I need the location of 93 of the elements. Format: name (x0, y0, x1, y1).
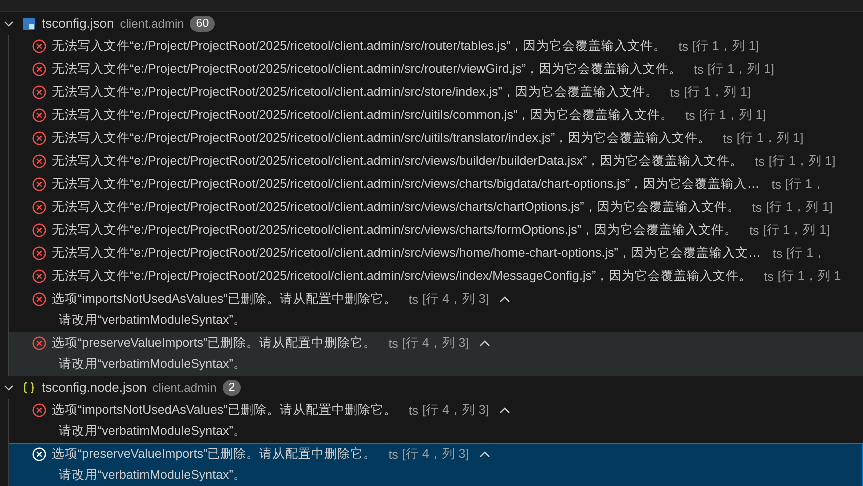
problem-location: [行 4，列 3] (422, 402, 490, 419)
problem-source: ts (755, 154, 765, 168)
problem-source: ts (772, 246, 783, 260)
chevron-icon[interactable] (479, 450, 492, 458)
problem-location: [行 1，列 1 (778, 268, 842, 285)
error-icon (32, 154, 47, 169)
problem-message: 选项“preserveValueImports”已删除。请从配置中删除它。 (52, 335, 377, 352)
chevron-icon[interactable] (479, 340, 492, 348)
json-braces-icon (22, 380, 36, 394)
error-icon (32, 177, 47, 192)
problem-source: ts (408, 404, 419, 418)
problem-message: 无法写入文件“e:/Project/ProjectRoot/2025/ricetool/client.admin/src/uitils/translator/index.js”，因为它会覆盖输入文件。 (52, 130, 712, 147)
problem-message: 选项“importsNotUsedAsValues”已删除。请从配置中删除它。 (52, 402, 397, 419)
error-icon (32, 108, 47, 123)
problem-message: 无法写入文件“e:/Project/ProjectRoot/2025/ricetool/client.admin/src/uitils/common.js”，因为它会覆盖输入文件。 (52, 107, 674, 124)
problem-source: ts (750, 224, 760, 238)
problem-location: [行 4，列 3] (422, 291, 490, 308)
file-group-header[interactable]: tsconfig.json client.admin 60 (0, 12, 863, 35)
problem-row[interactable]: 选项“preserveValueImports”已删除。请从配置中删除它。 ts [行 4，列 3] 请改用“verbatimModuleSyntax”。 (9, 443, 863, 486)
problem-source: ts (694, 62, 704, 76)
problem-detail: 请改用“verbatimModuleSyntax”。 (58, 312, 248, 329)
problem-source: ts (772, 178, 782, 192)
problem-location: [行 1， (786, 245, 827, 262)
problem-source: ts (764, 270, 774, 284)
problem-message: 无法写入文件“e:/Project/ProjectRoot/2025/ricetool/client.admin/src/router/viewGird.js”，因为它会覆盖输入文件。 (52, 61, 682, 78)
problem-source: ts (388, 448, 398, 462)
problem-message: 无法写入文件“e:/Project/ProjectRoot/2025/ricetool/client.admin/src/views/home/home-chart-options.js”，因为它会覆盖输入文… (52, 245, 761, 262)
error-icon (32, 39, 47, 54)
problem-row[interactable]: 无法写入文件“e:/Project/ProjectRoot/2025/ricetool/client.admin/src/views/home/home-chart-options.js”，因为它会覆盖输入文… ts [行 1， (9, 242, 863, 265)
problem-location: [行 1，列 1] (699, 107, 766, 124)
problem-row[interactable]: 无法写入文件“e:/Project/ProjectRoot/2025/ricetool/client.admin/src/router/tables.js”，因为它会覆盖输入文件。 ts [行 1，列 1] (9, 35, 863, 58)
problem-message: 无法写入文件“e:/Project/ProjectRoot/2025/ricetool/client.admin/src/store/index.js”，因为它会覆盖输入文件。 (52, 84, 658, 101)
error-icon (32, 223, 47, 238)
problem-source: ts (723, 132, 733, 146)
problem-location: [行 4，列 3] (402, 335, 470, 352)
problem-row[interactable]: 无法写入文件“e:/Project/ProjectRoot/2025/ricetool/client.admin/src/router/viewGird.js”，因为它会覆盖输入文件。 ts [行 1，列 1] (9, 58, 863, 81)
problem-location: [行 1，列 1] (708, 61, 775, 78)
problem-count: 2 (222, 380, 242, 396)
error-icon (32, 246, 47, 261)
problem-source: ts (686, 108, 696, 122)
error-icon (32, 336, 47, 351)
problem-source: ts (388, 336, 398, 350)
problem-message: 无法写入文件“e:/Project/ProjectRoot/2025/ricetool/client.admin/src/views/charts/bigdata/chart-options.js”，因为它会覆盖输入… (52, 176, 760, 193)
folder-name: client.admin (152, 380, 217, 394)
problem-row[interactable]: 选项“preserveValueImports”已删除。请从配置中删除它。 ts [行 4，列 3] 请改用“verbatimModuleSyntax”。 (9, 332, 863, 376)
problem-location: [行 1，列 1] (692, 38, 760, 55)
problem-row[interactable]: 无法写入文件“e:/Project/ProjectRoot/2025/ricetool/client.admin/src/views/charts/formOptions.js”，因为它会覆盖输入文件。 ts [行 1，列 1] (9, 219, 863, 242)
file-group-header[interactable]: tsconfig.node.json client.admin 2 (0, 376, 863, 399)
problem-location: [行 4，列 3] (402, 446, 470, 463)
problem-location: [行 1，列 1] (684, 84, 751, 101)
problem-message: 无法写入文件“e:/Project/ProjectRoot/2025/ricetool/client.admin/src/views/charts/chartOptions.js”，因为它会覆盖输入文件。 (52, 199, 740, 216)
error-icon (32, 131, 47, 146)
error-icon (32, 85, 47, 100)
problem-source: ts (670, 86, 680, 100)
problem-row[interactable]: 选项“importsNotUsedAsValues”已删除。请从配置中删除它。 ts [行 4，列 3] 请改用“verbatimModuleSyntax”。 (9, 399, 863, 443)
problem-row[interactable]: 无法写入文件“e:/Project/ProjectRoot/2025/ricetool/client.admin/src/uitils/common.js”，因为它会覆盖输入文件。 ts [行 1，列 1] (9, 104, 863, 127)
problem-location: [行 1，列 1] (766, 199, 833, 216)
problem-message: 无法写入文件“e:/Project/ProjectRoot/2025/ricetool/client.admin/src/views/builder/builderData.jsx”，因为它会覆盖输入文件。 (52, 153, 744, 170)
problem-row[interactable]: 无法写入文件“e:/Project/ProjectRoot/2025/ricetool/client.admin/src/views/builder/builderData.jsx”，因为它会覆盖输入文件。 ts [行 1，列 1] (9, 150, 863, 173)
error-icon (32, 292, 47, 307)
problem-row[interactable]: 无法写入文件“e:/Project/ProjectRoot/2025/ricetool/client.admin/src/views/index/MessageConfig.js”，因为它会覆盖输入文件。 ts [行 1，列 1 (9, 265, 863, 288)
file-name: tsconfig.json (42, 16, 114, 31)
folder-name: client.admin (120, 16, 184, 30)
problem-message: 选项“preserveValueImports”已删除。请从配置中删除它。 (52, 446, 377, 463)
problem-source: ts (678, 40, 688, 54)
problem-location: [行 1， (785, 176, 826, 193)
problem-detail: 请改用“verbatimModuleSyntax”。 (58, 356, 248, 373)
problem-row[interactable]: 无法写入文件“e:/Project/ProjectRoot/2025/ricetool/client.admin/src/views/charts/bigdata/chart-options.js”，因为它会覆盖输入… ts [行 1， (9, 173, 863, 196)
problem-row[interactable]: 无法写入文件“e:/Project/ProjectRoot/2025/ricetool/client.admin/src/uitils/translator/index.js”，因为它会覆盖输入文件。 ts [行 1，列 1] (9, 127, 863, 150)
chevron-icon[interactable] (499, 406, 512, 414)
problem-count: 60 (190, 16, 216, 32)
problem-message: 选项“importsNotUsedAsValues”已删除。请从配置中删除它。 (52, 291, 397, 308)
problem-message: 无法写入文件“e:/Project/ProjectRoot/2025/ricetool/client.admin/src/views/charts/formOptions.js”，因为它会覆盖输入文件。 (52, 222, 738, 239)
problem-location: [行 1，列 1] (763, 222, 830, 239)
error-icon (32, 447, 47, 462)
problem-location: [行 1，列 1] (768, 153, 836, 170)
error-icon (32, 200, 47, 215)
problem-detail: 请改用“verbatimModuleSyntax”。 (58, 423, 248, 440)
problem-message: 无法写入文件“e:/Project/ProjectRoot/2025/ricetool/client.admin/src/router/tables.js”，因为它会覆盖输入文件。 (52, 38, 667, 55)
chevron-icon[interactable] (499, 296, 512, 304)
problem-row[interactable]: 无法写入文件“e:/Project/ProjectRoot/2025/ricetool/client.admin/src/views/charts/chartOptions.js”，因为它会覆盖输入文件。 ts [行 1，列 1] (9, 196, 863, 219)
typescript-file-icon (22, 16, 36, 30)
problem-row[interactable]: 选项“importsNotUsedAsValues”已删除。请从配置中删除它。 ts [行 4，列 3] 请改用“verbatimModuleSyntax”。 (9, 288, 863, 332)
file-name: tsconfig.node.json (42, 380, 147, 395)
problem-source: ts (408, 292, 419, 306)
error-icon (32, 403, 47, 418)
problem-location: [行 1，列 1] (736, 130, 804, 147)
problem-source: ts (752, 200, 762, 214)
problem-message: 无法写入文件“e:/Project/ProjectRoot/2025/ricetool/client.admin/src/views/index/MessageConfig.js”，因为它会覆盖输入文件。 (52, 268, 752, 285)
problem-row[interactable]: 无法写入文件“e:/Project/ProjectRoot/2025/ricetool/client.admin/src/store/index.js”，因为它会覆盖输入文件。 ts [行 1，列 1] (9, 81, 863, 104)
problem-detail: 请改用“verbatimModuleSyntax”。 (58, 467, 248, 484)
error-icon (32, 62, 47, 77)
error-icon (32, 269, 47, 284)
